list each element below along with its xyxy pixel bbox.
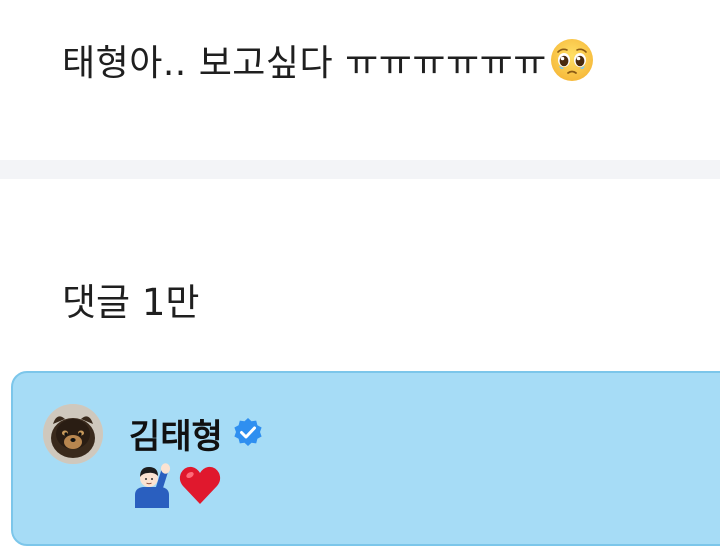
man-raising-hand-emoji-icon: [135, 463, 171, 508]
post-text: 태형아.. 보고싶다 ㅠㅠㅠㅠㅠㅠ: [62, 43, 547, 84]
pleading-face-emoji-icon: [550, 39, 593, 81]
red-heart-emoji-icon: [179, 466, 221, 504]
comment-body: [129, 461, 223, 509]
pinned-comment-card[interactable]: 김태형: [11, 371, 720, 546]
section-divider: [0, 160, 720, 179]
avatar[interactable]: [43, 404, 103, 464]
verified-badge-icon: [234, 418, 262, 446]
comments-count-header[interactable]: 댓글 1만: [62, 272, 199, 326]
post-content: 태형아.. 보고싶다 ㅠㅠㅠㅠㅠㅠ: [62, 33, 595, 87]
dog-avatar-icon: [43, 404, 103, 464]
comment-author-row: 김태형: [129, 409, 265, 458]
screen: 태형아.. 보고싶다 ㅠㅠㅠㅠㅠㅠ 댓글 1만 김태형: [0, 0, 720, 558]
comment-author-name[interactable]: 김태형: [129, 409, 223, 458]
